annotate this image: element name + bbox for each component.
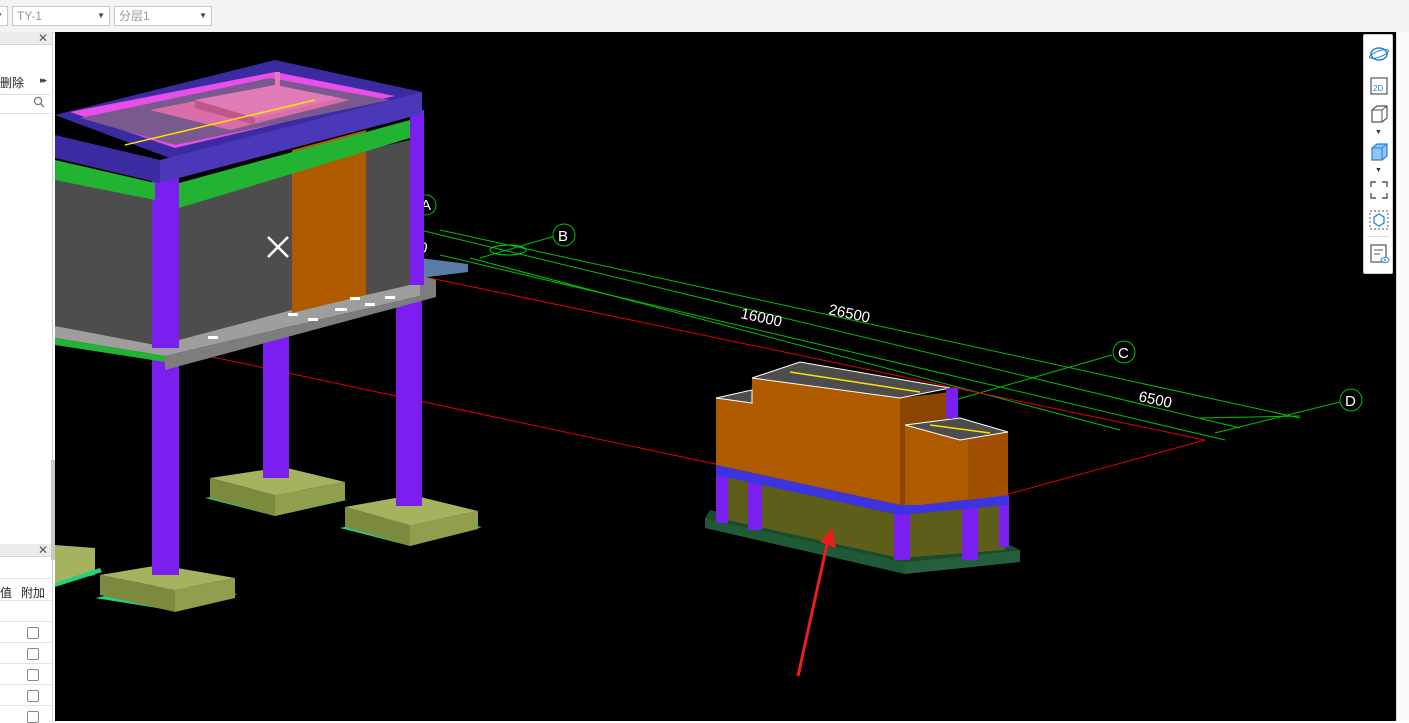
chevron-down-icon: ▼ [0,7,3,25]
axis-label-c[interactable]: C [1112,340,1136,364]
view-toolbar: 2D ▼ ▼ [1363,34,1393,274]
view-2d-button[interactable]: 2D [1368,75,1390,97]
layer-dropdown-value: 分层1 [119,9,150,23]
component-panel: ✕ 删除 ▸▸ ✕ 值 附加 [0,32,53,723]
column [410,110,424,285]
axis-label-d-text: D [1345,393,1356,410]
component-dropdown[interactable]: TY-1 ▼ [12,6,110,26]
search-icon[interactable] [33,96,45,108]
chevron-down-icon[interactable]: ▼ [1375,167,1382,174]
search-input[interactable] [0,94,50,114]
right-side-panel [1396,32,1409,721]
3d-viewport[interactable]: A B C D 00 16000 26500 6500 [55,32,1396,721]
fit-view-icon[interactable] [1368,179,1390,201]
close-icon[interactable]: ✕ [38,32,48,44]
orbit-icon[interactable] [1368,43,1390,65]
chevron-down-icon: ▼ [97,11,105,20]
column [152,178,179,348]
close-icon[interactable]: ✕ [38,544,48,556]
box-select-icon[interactable] [1368,209,1390,231]
component-dropdown-value: TY-1 [17,9,42,23]
column [263,330,289,478]
axis-label-c-text: C [1118,345,1129,362]
delete-button[interactable]: 删除 [0,74,24,91]
axis-label-d[interactable]: D [1339,388,1363,412]
dimension-26500: 26500 [827,301,871,326]
column [962,505,978,560]
cube-view-icon[interactable] [1368,103,1390,125]
chevron-down-icon[interactable]: ▼ [1375,129,1382,136]
view-2d-label: 2D [1373,84,1383,93]
building-left[interactable] [55,60,482,612]
dimension-6500: 6500 [1137,388,1173,412]
extra-checkbox[interactable] [27,711,39,723]
column [396,300,422,506]
double-chevron-right-icon[interactable]: ▸▸ [40,75,47,86]
axis-label-b-text: B [558,228,568,245]
building-model-scene: A B C D 00 16000 26500 6500 [55,60,1363,677]
column [748,478,762,530]
extra-checkbox[interactable] [27,669,39,681]
chevron-down-icon: ▼ [199,11,207,20]
axis-label-b[interactable]: B [552,223,576,247]
display-settings-icon[interactable] [1368,243,1390,265]
column-header-extra: 附加 [21,586,46,600]
building-right[interactable] [705,361,1020,574]
solid-cube-icon[interactable] [1368,141,1390,163]
column [152,345,179,575]
layer-dropdown[interactable]: 分层1 ▼ [114,6,212,26]
top-toolbar: ▼ TY-1 ▼ 分层1 ▼ [0,0,1409,33]
column-header-value: 值 [0,586,13,600]
extra-checkbox[interactable] [27,690,39,702]
extra-checkbox[interactable] [27,627,39,639]
extra-checkbox[interactable] [27,648,39,660]
dropdown-partial[interactable]: ▼ [0,6,8,26]
